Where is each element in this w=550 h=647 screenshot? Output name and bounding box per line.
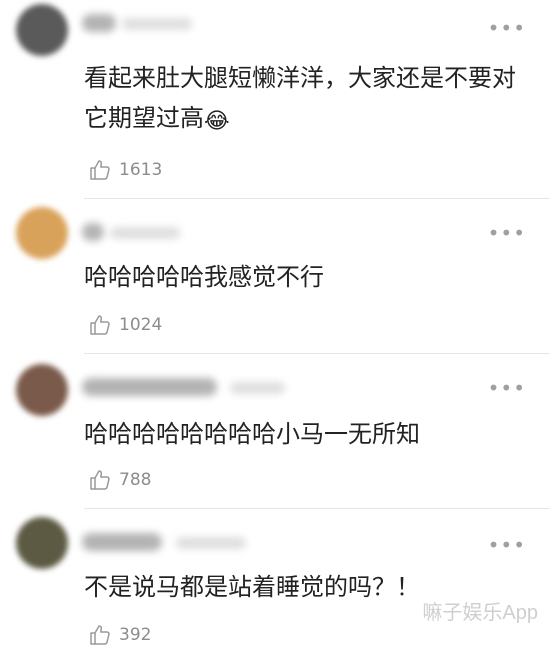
divider xyxy=(84,508,550,509)
avatar[interactable] xyxy=(16,4,68,56)
like-count: 1613 xyxy=(119,160,163,180)
username-blurred[interactable] xyxy=(82,378,217,396)
avatar[interactable] xyxy=(16,364,68,416)
meta-blurred xyxy=(230,382,285,394)
like-button[interactable]: 1024 xyxy=(88,313,162,337)
avatar[interactable] xyxy=(16,207,68,259)
thumbs-up-icon xyxy=(90,625,110,645)
username-blurred[interactable] xyxy=(82,223,104,241)
like-button[interactable]: 1613 xyxy=(88,158,162,182)
username-blurred[interactable] xyxy=(82,14,116,32)
thumbs-up-icon xyxy=(90,470,110,490)
meta-blurred xyxy=(110,227,180,239)
divider xyxy=(84,198,550,199)
laughing-emoji: 😂 xyxy=(204,109,230,134)
thumbs-up-icon xyxy=(90,315,110,335)
like-count: 1024 xyxy=(119,315,163,335)
like-button[interactable]: 788 xyxy=(88,468,151,492)
meta-blurred xyxy=(176,537,246,549)
meta-blurred xyxy=(122,18,192,30)
more-dots-icon[interactable]: ••• xyxy=(488,223,526,243)
comment-text: 看起来肚大腿短懒洋洋，大家还是不要对它期望过高😂 xyxy=(84,64,516,134)
username-blurred[interactable] xyxy=(82,533,162,551)
like-count: 392 xyxy=(119,625,152,645)
like-count: 788 xyxy=(119,470,152,490)
more-dots-icon[interactable]: ••• xyxy=(488,378,526,398)
avatar[interactable] xyxy=(16,517,68,569)
more-dots-icon[interactable]: ••• xyxy=(488,535,526,555)
comment-text: 哈哈哈哈哈哈哈哈小马一无所知 xyxy=(84,420,420,448)
divider xyxy=(84,353,550,354)
like-button[interactable]: 392 xyxy=(88,623,151,647)
comment-text: 哈哈哈哈哈我感觉不行 xyxy=(84,263,324,291)
watermark: 嘛子娱乐App xyxy=(422,602,538,624)
thumbs-up-icon xyxy=(90,160,110,180)
more-dots-icon[interactable]: ••• xyxy=(488,18,526,38)
